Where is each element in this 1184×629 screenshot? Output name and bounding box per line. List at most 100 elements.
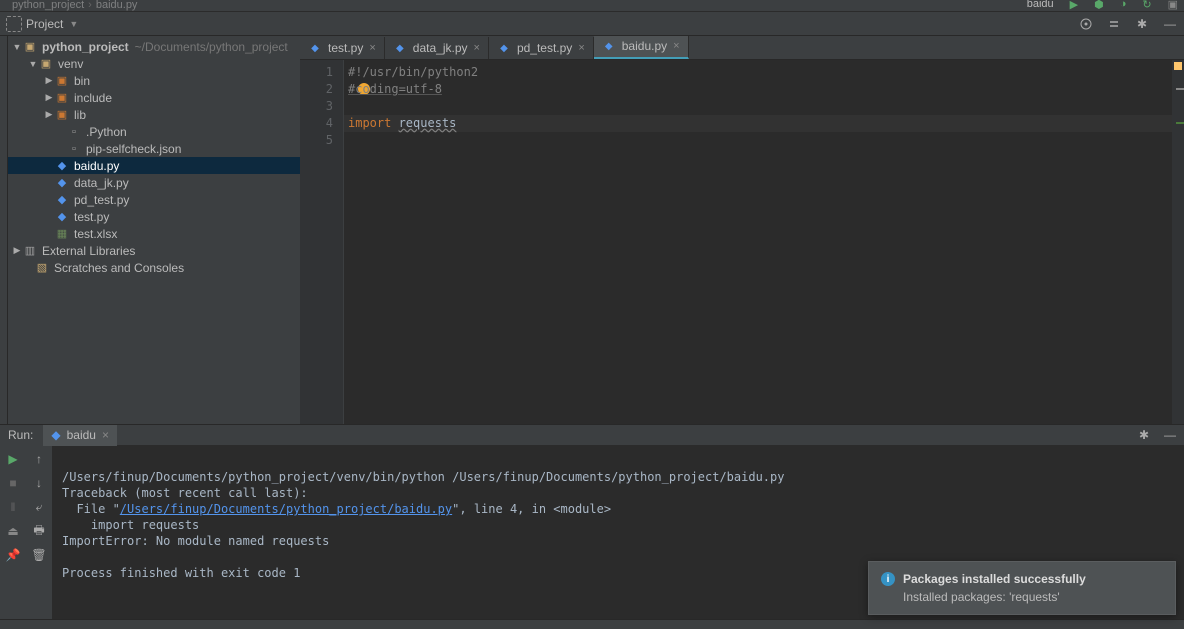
tree-include[interactable]: ▶ ▣ include	[8, 89, 300, 106]
breadcrumb-root[interactable]: python_project	[12, 0, 84, 11]
python-icon: ◆	[602, 39, 616, 53]
tree-test-py[interactable]: ◆ test.py	[8, 208, 300, 225]
close-icon[interactable]: ×	[369, 42, 375, 54]
run-config-selector[interactable]: baidu	[1027, 0, 1054, 11]
code-line-4: import requests	[344, 115, 1172, 132]
scratches-icon: ▧	[34, 260, 50, 276]
close-icon[interactable]: ×	[578, 42, 584, 54]
stop-icon[interactable]: ▣	[1168, 0, 1178, 11]
stop-icon[interactable]: ■	[5, 475, 21, 491]
tree-python-file[interactable]: ▫ .Python	[8, 123, 300, 140]
error-stripe[interactable]	[1172, 60, 1184, 424]
folder-icon: ▣	[54, 90, 70, 106]
breadcrumb: python_project › baidu.py baidu ▶ ⬢ ◑ ↻ …	[0, 0, 1184, 12]
console-file-link[interactable]: /Users/finup/Documents/python_project/ba…	[120, 502, 452, 516]
code-line-3	[344, 98, 1172, 115]
minimize-icon[interactable]: —	[1162, 16, 1178, 32]
console-exit: Process finished with exit code 1	[62, 566, 300, 580]
rerun-icon[interactable]: ▶	[5, 451, 21, 467]
close-icon[interactable]: ×	[474, 42, 480, 54]
left-sidebar-strip[interactable]	[0, 36, 8, 424]
tree-data-jk[interactable]: ◆ data_jk.py	[8, 174, 300, 191]
folder-icon: ▣	[54, 73, 70, 89]
console-trace-line: import requests	[62, 518, 199, 532]
notification-popup[interactable]: i Packages installed successfully Instal…	[868, 561, 1176, 615]
tree-external-libs[interactable]: ▶ ▥ External Libraries	[8, 242, 300, 259]
run-toolbar-secondary: ↑ ↓ ⤶ 🖶 🗑	[26, 445, 52, 619]
tree-venv[interactable]: ▼ ▣ venv	[8, 55, 300, 72]
status-bar	[0, 619, 1184, 629]
tree-root[interactable]: ▼ ▣ python_project ~/Documents/python_pr…	[8, 38, 300, 55]
tab-data-jk[interactable]: ◆ data_jk.py ×	[385, 37, 489, 59]
project-view-icon	[6, 16, 22, 32]
tree-root-path: ~/Documents/python_project	[135, 40, 288, 54]
down-icon[interactable]: ↓	[31, 475, 47, 491]
wrap-icon[interactable]: ⤶	[31, 499, 47, 515]
project-view-label[interactable]: Project	[26, 17, 63, 31]
libraries-icon: ▥	[22, 243, 38, 259]
profile-icon[interactable]: ↻	[1142, 0, 1151, 11]
project-tree[interactable]: ▼ ▣ python_project ~/Documents/python_pr…	[8, 36, 300, 424]
run-tab-baidu[interactable]: ◆ baidu ×	[43, 425, 117, 446]
tree-pip-selfcheck[interactable]: ▫ pip-selfcheck.json	[8, 140, 300, 157]
code-line-5	[344, 132, 1172, 149]
trash-icon[interactable]: 🗑	[31, 547, 47, 563]
file-icon: ▫	[66, 124, 82, 140]
python-icon: ◆	[54, 175, 70, 191]
breadcrumb-file[interactable]: baidu.py	[96, 0, 138, 11]
close-icon[interactable]: ×	[673, 40, 679, 52]
code-line-2: #coding=utf-8	[348, 82, 442, 96]
python-icon: ◆	[54, 158, 70, 174]
folder-icon: ▣	[38, 56, 54, 72]
tree-bin[interactable]: ▶ ▣ bin	[8, 72, 300, 89]
run-toolbar-primary: ▶ ■ ‖ ⏏ 📌	[0, 445, 26, 619]
tree-pd-test[interactable]: ◆ pd_test.py	[8, 191, 300, 208]
tab-test-py[interactable]: ◆ test.py ×	[300, 37, 385, 59]
python-icon: ◆	[51, 428, 60, 442]
tree-test-xlsx[interactable]: ▦ test.xlsx	[8, 225, 300, 242]
pause-icon[interactable]: ‖	[5, 499, 21, 515]
python-icon: ◆	[308, 41, 322, 55]
console-cmd: /Users/finup/Documents/python_project/ve…	[62, 470, 784, 484]
run-label: Run:	[8, 428, 33, 442]
line-gutter: 1 2 3 4 5	[300, 60, 344, 424]
gear-icon[interactable]: ✱	[1136, 427, 1152, 443]
folder-icon: ▣	[54, 107, 70, 123]
notification-body: Installed packages: 'requests'	[903, 590, 1163, 604]
run-icon[interactable]: ▶	[1070, 0, 1078, 11]
analysis-warning-icon[interactable]	[1174, 62, 1182, 70]
coverage-icon[interactable]: ◑	[1120, 0, 1127, 11]
close-icon[interactable]: ×	[102, 428, 109, 442]
console-error: ImportError: No module named requests	[62, 534, 329, 548]
python-icon: ◆	[393, 41, 407, 55]
tab-baidu[interactable]: ◆ baidu.py ×	[594, 35, 689, 59]
python-icon: ◆	[54, 192, 70, 208]
debug-icon[interactable]: ⬢	[1094, 0, 1104, 11]
minimize-icon[interactable]: —	[1162, 427, 1178, 443]
print-icon[interactable]: 🖶	[31, 523, 47, 539]
run-tool-header: Run: ◆ baidu × ✱ —	[0, 424, 1184, 445]
notification-title: Packages installed successfully	[903, 572, 1086, 586]
collapse-all-icon[interactable]	[1106, 16, 1122, 32]
target-icon[interactable]	[1078, 16, 1094, 32]
editor-tabs: ◆ test.py × ◆ data_jk.py × ◆ pd_test.py …	[300, 36, 1184, 60]
tab-pd-test[interactable]: ◆ pd_test.py ×	[489, 37, 594, 59]
info-icon: i	[881, 572, 895, 586]
tree-lib[interactable]: ▶ ▣ lib	[8, 106, 300, 123]
json-icon: ▫	[66, 141, 82, 157]
xlsx-icon: ▦	[54, 226, 70, 242]
exit-icon[interactable]: ⏏	[5, 523, 21, 539]
code-editor[interactable]: 1 2 3 4 5 #!/usr/bin/python2 #coding=utf…	[300, 60, 1184, 424]
chevron-down-icon[interactable]: ▼	[69, 19, 78, 29]
tree-baidu-py[interactable]: ◆ baidu.py	[8, 157, 300, 174]
stripe-mark[interactable]	[1176, 122, 1184, 124]
pin-icon[interactable]: 📌	[5, 547, 21, 563]
gear-icon[interactable]: ✱	[1134, 16, 1150, 32]
console-trace-header: Traceback (most recent call last):	[62, 486, 308, 500]
tree-root-label: python_project	[42, 40, 129, 54]
project-tool-header: Project ▼ ✱ —	[0, 12, 1184, 36]
up-icon[interactable]: ↑	[31, 451, 47, 467]
stripe-mark[interactable]	[1176, 88, 1184, 90]
tree-scratches[interactable]: ▧ Scratches and Consoles	[8, 259, 300, 276]
python-icon: ◆	[54, 209, 70, 225]
